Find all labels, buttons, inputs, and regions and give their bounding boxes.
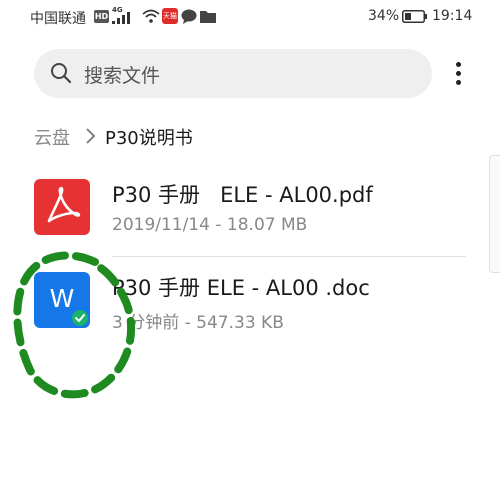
- word-icon: W: [34, 272, 90, 328]
- breadcrumb-root[interactable]: 云盘: [34, 124, 70, 150]
- carrier-label: 中国联通: [30, 11, 86, 27]
- more-vertical-icon[interactable]: [446, 58, 470, 90]
- clock: 19:14: [432, 8, 473, 24]
- tmall-icon: 天猫: [162, 8, 178, 24]
- acrobat-glyph: [47, 186, 81, 223]
- search-placeholder: 搜索文件: [84, 65, 161, 87]
- file-name: P30 手册 ELE - AL00.pdf: [112, 183, 373, 207]
- breadcrumb-current: P30说明书: [105, 128, 193, 149]
- signal-icon: [112, 12, 130, 24]
- chat-icon: [181, 9, 197, 24]
- file-meta: 3 分钟前 - 547.33 KB: [112, 313, 284, 333]
- list-item[interactable]: P30 手册 ELE - AL00.pdf 2019/11/14 - 18.07…: [0, 165, 466, 249]
- pdf-icon: [34, 179, 90, 235]
- battery-percent: 34%: [368, 8, 400, 24]
- search-icon: [51, 63, 72, 84]
- wifi-icon: [142, 9, 160, 23]
- battery-icon: [402, 10, 427, 23]
- search-input[interactable]: 搜索文件: [34, 49, 432, 98]
- hd-icon: HD: [94, 10, 109, 23]
- check-icon: [70, 308, 90, 328]
- scrollbar[interactable]: [489, 155, 500, 273]
- folder-icon: [200, 11, 216, 23]
- file-meta: 2019/11/14 - 18.07 MB: [112, 215, 308, 235]
- row-divider: [112, 256, 466, 257]
- chevron-right-icon: [86, 128, 96, 144]
- status-bar: 中国联通 HD 4G 天猫 34% 19:14: [0, 0, 500, 36]
- list-item[interactable]: W P30 手册 ELE - AL00 .doc 3 分钟前 - 547.33 …: [0, 258, 466, 342]
- file-name: P30 手册 ELE - AL00 .doc: [112, 276, 370, 300]
